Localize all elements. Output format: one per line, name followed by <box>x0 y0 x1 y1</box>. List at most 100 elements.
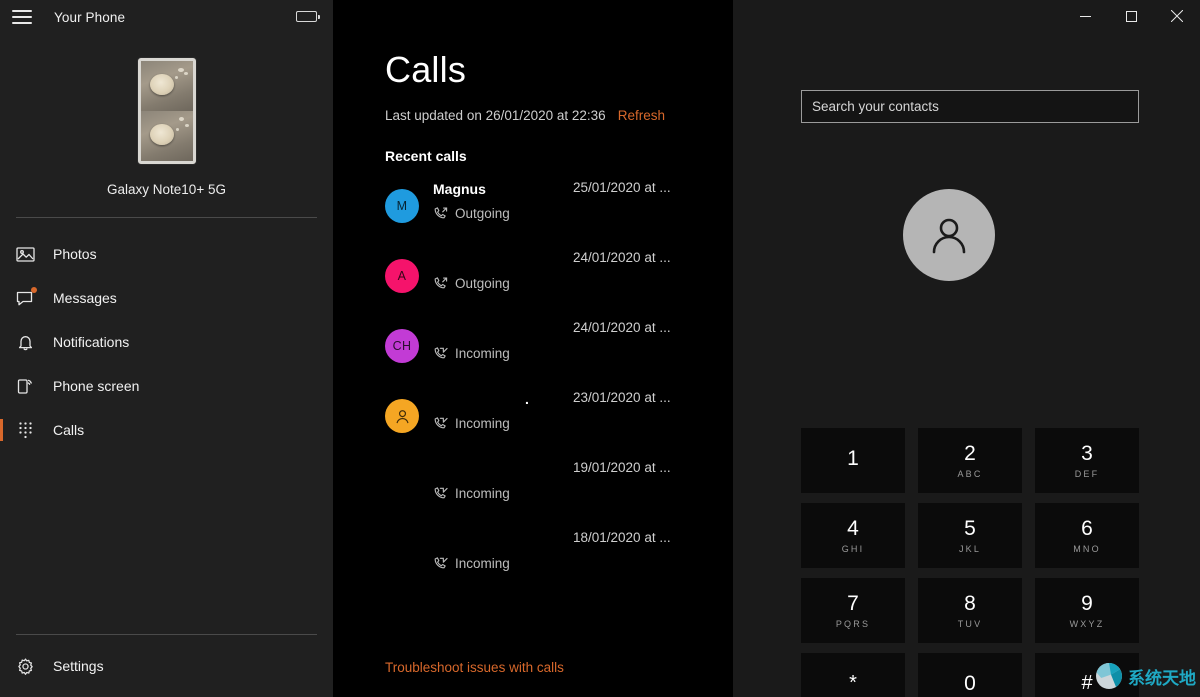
dial-key-digit: * <box>849 672 857 694</box>
avatar <box>385 399 419 433</box>
person-placeholder-icon <box>932 218 966 254</box>
dial-key-letters: GHI <box>841 543 865 554</box>
sidebar-item-settings[interactable]: Settings <box>0 635 333 697</box>
dial-key-digit: # <box>1081 672 1093 694</box>
outgoing-call-icon <box>434 207 448 219</box>
dial-key-digit: 3 <box>1081 441 1093 465</box>
call-contact-name: . <box>525 391 529 407</box>
dial-key-digit: 7 <box>847 591 859 615</box>
sidebar-item-label: Settings <box>53 658 104 674</box>
dial-key-digit: 6 <box>1081 516 1093 540</box>
recent-calls-heading: Recent calls <box>385 148 467 164</box>
call-row[interactable]: Incoming 18/01/2020 at ... <box>385 528 733 598</box>
sidebar-item-messages[interactable]: Messages <box>0 276 333 320</box>
keypad-icon <box>14 419 36 441</box>
phone-thumbnail[interactable] <box>137 58 196 164</box>
dial-key-letters: DEF <box>1074 468 1100 479</box>
your-phone-window: Your Phone Galaxy Note10+ 5G Photos Mess… <box>0 0 1200 697</box>
dial-key-digit: 1 <box>847 446 859 470</box>
call-timestamp: 23/01/2020 at ... <box>573 390 671 405</box>
sidebar-item-label: Notifications <box>53 334 130 350</box>
dial-key-letters: MNO <box>1073 543 1101 554</box>
dial-key-5[interactable]: 5 JKL <box>918 503 1022 568</box>
app-title: Your Phone <box>54 9 126 25</box>
maximize-button[interactable] <box>1108 0 1154 32</box>
dial-key-digit: 5 <box>964 516 976 540</box>
call-direction-label: Outgoing <box>455 276 510 291</box>
dial-key-4[interactable]: 4 GHI <box>801 503 905 568</box>
maximize-icon <box>1125 10 1137 22</box>
call-contact-name: Magnus <box>433 181 486 197</box>
call-timestamp: 18/01/2020 at ... <box>573 530 671 545</box>
contact-avatar-placeholder <box>903 189 995 281</box>
sidebar-item-notifications[interactable]: Notifications <box>0 320 333 364</box>
outgoing-call-icon <box>434 277 448 289</box>
window-controls <box>1062 0 1200 32</box>
refresh-link[interactable]: Refresh <box>618 108 665 123</box>
call-timestamp: 24/01/2020 at ... <box>573 320 671 335</box>
avatar-initials: A <box>397 269 407 283</box>
dial-key-6[interactable]: 6 MNO <box>1035 503 1139 568</box>
incoming-call-icon <box>434 417 448 429</box>
call-direction: Outgoing <box>433 276 510 291</box>
photos-icon <box>14 243 36 265</box>
sidebar-item-photos[interactable]: Photos <box>0 232 333 276</box>
incoming-call-icon <box>434 347 448 359</box>
search-placeholder-text: Search your contacts <box>812 99 939 114</box>
avatar: CH <box>385 329 419 363</box>
sidebar: Your Phone Galaxy Note10+ 5G Photos Mess… <box>0 0 333 697</box>
avatar: A <box>385 259 419 293</box>
dial-key-8[interactable]: 8 TUV <box>918 578 1022 643</box>
call-row[interactable]: . Incoming 23/01/2020 at ... <box>385 388 733 458</box>
messages-badge-dot <box>31 287 37 293</box>
dial-key-7[interactable]: 7 PQRS <box>801 578 905 643</box>
sidebar-header: Your Phone <box>0 0 333 34</box>
call-row[interactable]: Incoming 19/01/2020 at ... <box>385 458 733 528</box>
call-row[interactable]: M Magnus Outgoing 25/01/2020 at ... <box>385 178 733 248</box>
sidebar-item-label: Phone screen <box>53 378 140 394</box>
sidebar-item-phone-screen[interactable]: Phone screen <box>0 364 333 408</box>
dial-key-star[interactable]: * <box>801 653 905 697</box>
device-block: Galaxy Note10+ 5G <box>0 34 333 197</box>
messages-icon <box>14 287 37 309</box>
call-timestamp: 24/01/2020 at ... <box>573 250 671 265</box>
dial-key-digit: 4 <box>847 516 859 540</box>
recent-calls-list: M Magnus Outgoing 25/01/2020 at ... A Ou… <box>385 178 733 598</box>
battery-icon <box>296 11 320 22</box>
avatar-initials: CH <box>392 339 412 353</box>
dialer-panel: Search your contacts 1 2 ABC 3 DEF 4 GHI… <box>733 0 1200 697</box>
troubleshoot-link[interactable]: Troubleshoot issues with calls <box>385 660 564 675</box>
close-button[interactable] <box>1154 0 1200 32</box>
dial-key-1[interactable]: 1 <box>801 428 905 493</box>
dial-key-hash[interactable]: # <box>1035 653 1139 697</box>
avatar-initials: M <box>396 199 408 213</box>
search-contacts-input[interactable]: Search your contacts <box>801 90 1139 123</box>
call-direction: Incoming <box>433 556 510 571</box>
call-row[interactable]: A Outgoing 24/01/2020 at ... <box>385 248 733 318</box>
incoming-call-icon <box>434 557 448 569</box>
device-name: Galaxy Note10+ 5G <box>107 182 226 197</box>
call-direction-label: Incoming <box>455 556 510 571</box>
call-timestamp: 25/01/2020 at ... <box>573 180 671 195</box>
phone-screen-icon <box>14 375 36 397</box>
call-direction-label: Incoming <box>455 416 510 431</box>
dial-key-digit: 2 <box>964 441 976 465</box>
hamburger-icon[interactable] <box>12 10 32 24</box>
sidebar-item-label: Photos <box>53 246 97 262</box>
calls-panel: Calls Last updated on 26/01/2020 at 22:3… <box>333 0 733 697</box>
sidebar-nav: Photos Messages Notifications Phone scre… <box>0 232 333 452</box>
dial-key-3[interactable]: 3 DEF <box>1035 428 1139 493</box>
call-timestamp: 19/01/2020 at ... <box>573 460 671 475</box>
page-title: Calls <box>385 49 467 90</box>
call-row[interactable]: CH Incoming 24/01/2020 at ... <box>385 318 733 388</box>
call-direction: Incoming <box>433 416 510 431</box>
dial-key-2[interactable]: 2 ABC <box>918 428 1022 493</box>
dial-pad: 1 2 ABC 3 DEF 4 GHI 5 JKL 6 MNO 7 PQRS 8… <box>801 428 1139 697</box>
sidebar-item-calls[interactable]: Calls <box>0 408 333 452</box>
minimize-button[interactable] <box>1062 0 1108 32</box>
dial-key-9[interactable]: 9 WXYZ <box>1035 578 1139 643</box>
dial-key-0[interactable]: 0 <box>918 653 1022 697</box>
bell-icon <box>14 331 36 353</box>
dial-key-digit: 8 <box>964 591 976 615</box>
call-direction: Outgoing <box>433 206 510 221</box>
